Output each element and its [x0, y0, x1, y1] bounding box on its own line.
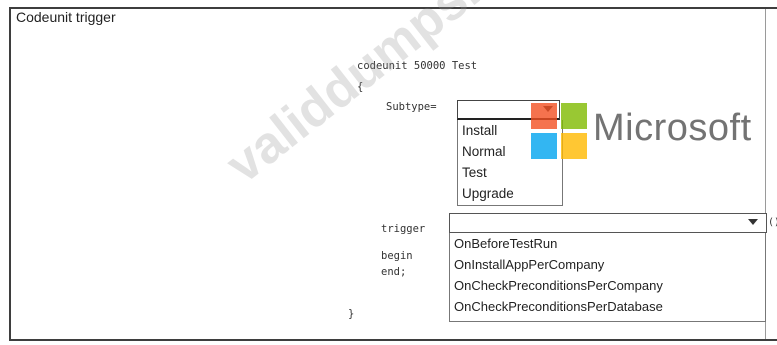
logo-red-square: [531, 103, 557, 129]
code-begin-keyword: begin: [381, 250, 413, 262]
code-trigger-keyword: trigger: [381, 223, 426, 235]
logo-green-square: [561, 103, 587, 129]
panel-title: Codeunit trigger: [16, 9, 116, 25]
code-paren: (): [768, 217, 777, 228]
logo-blue-square: [531, 133, 557, 159]
code-codeunit-line: codeunit 50000 Test: [357, 60, 478, 72]
logo-yellow-square: [561, 133, 587, 159]
subtype-option-test[interactable]: Test: [458, 162, 562, 183]
code-close-brace: }: [348, 308, 355, 320]
code-subtype-label: Subtype=: [386, 101, 437, 113]
chevron-down-icon[interactable]: [748, 219, 758, 225]
trigger-option-oncheckpreconditionsperdatabase[interactable]: OnCheckPreconditionsPerDatabase: [450, 296, 765, 317]
trigger-dropdown[interactable]: [449, 213, 767, 233]
microsoft-logo-icon: [531, 103, 587, 159]
code-open-brace: {: [357, 81, 364, 93]
trigger-option-onbeforetestrun[interactable]: OnBeforeTestRun: [450, 233, 765, 254]
trigger-options-list: OnBeforeTestRun OnInstallAppPerCompany O…: [449, 233, 766, 322]
trigger-option-oncheckpreconditionspercompany[interactable]: OnCheckPreconditionsPerCompany: [450, 275, 765, 296]
code-end-keyword: end;: [381, 266, 407, 278]
trigger-option-oninstallapppercompany[interactable]: OnInstallAppPerCompany: [450, 254, 765, 275]
microsoft-logo-text: Microsoft: [593, 107, 752, 149]
subtype-option-upgrade[interactable]: Upgrade: [458, 183, 562, 204]
